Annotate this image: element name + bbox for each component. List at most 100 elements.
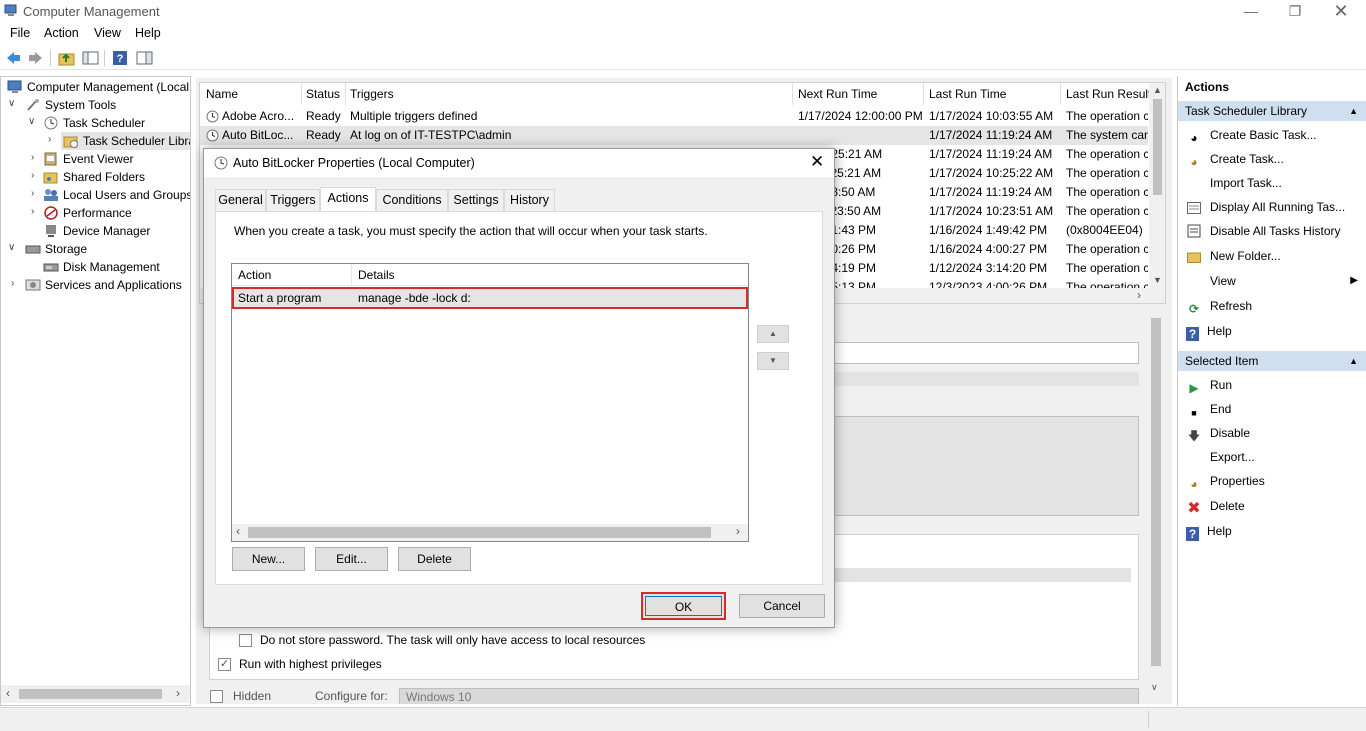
collapse-up-icon[interactable]: ▲ — [1349, 351, 1358, 371]
action-new-folder[interactable]: New Folder... — [1186, 246, 1281, 266]
action-create-task[interactable]: ◕ Create Task... — [1186, 149, 1283, 169]
chevron-down-icon[interactable]: ∨ — [8, 98, 15, 109]
column-header-details[interactable]: Details — [358, 268, 395, 282]
tree-item-task-scheduler-library[interactable]: Task Scheduler Libra — [61, 132, 190, 150]
show-hide-tree-icon[interactable] — [82, 50, 99, 66]
scroll-down-icon[interactable]: ∨ — [1151, 682, 1158, 693]
help-icon[interactable]: ? — [112, 50, 129, 66]
scrollbar-thumb[interactable] — [19, 689, 162, 699]
scrollbar-thumb[interactable] — [1151, 318, 1161, 666]
column-header-name[interactable]: Name — [206, 87, 238, 101]
chevron-right-icon[interactable]: › — [31, 170, 34, 181]
scroll-right-icon[interactable]: › — [176, 686, 180, 700]
action-run[interactable]: ▶ Run — [1186, 375, 1232, 395]
back-arrow-icon[interactable] — [5, 50, 22, 66]
hidden-checkbox[interactable] — [210, 690, 223, 703]
run-highest-privileges-checkbox[interactable]: ✓ — [218, 658, 231, 671]
action-import-task[interactable]: Import Task... — [1186, 173, 1282, 193]
action-delete[interactable]: ✖ Delete — [1186, 496, 1244, 517]
tab-triggers[interactable]: Triggers — [266, 189, 320, 211]
scrollbar-thumb[interactable] — [1153, 99, 1162, 195]
tree-item-services-applications[interactable]: Services and Applications — [25, 276, 182, 294]
tree-item-task-scheduler[interactable]: Task Scheduler — [43, 114, 145, 132]
action-disable[interactable]: 🡇 Disable — [1186, 423, 1250, 443]
menu-help[interactable]: Help — [135, 26, 161, 40]
close-window-button[interactable]: ✕ — [1318, 0, 1364, 24]
tab-conditions[interactable]: Conditions — [376, 189, 448, 211]
scrollbar-thumb[interactable] — [248, 527, 711, 538]
column-header-next-run[interactable]: Next Run Time — [798, 87, 877, 101]
tree-item-system-tools[interactable]: System Tools — [25, 96, 116, 114]
chevron-right-icon[interactable]: › — [31, 188, 34, 199]
chevron-down-icon[interactable]: ∨ — [8, 242, 15, 253]
tab-actions[interactable]: Actions — [320, 187, 376, 211]
configure-for-select[interactable]: Windows 10 — [399, 688, 1139, 704]
tree-horizontal-scrollbar[interactable]: ‹ › — [1, 685, 190, 703]
section-task-scheduler-library[interactable]: Task Scheduler Library ▲ — [1178, 101, 1366, 121]
delete-action-button[interactable]: Delete — [398, 547, 471, 571]
ok-button[interactable]: OK — [641, 592, 726, 620]
action-row-selected[interactable]: Start a program manage -bde -lock d: — [232, 287, 748, 309]
chevron-right-icon[interactable]: › — [11, 278, 14, 289]
minimize-button[interactable]: — — [1228, 0, 1274, 24]
action-disable-history[interactable]: Disable All Tasks History — [1186, 221, 1341, 241]
actions-table-horizontal-scrollbar[interactable]: ‹ › — [232, 524, 748, 541]
column-header-triggers[interactable]: Triggers — [350, 87, 394, 101]
chevron-right-icon[interactable]: › — [31, 206, 34, 217]
restore-button[interactable]: ❐ — [1272, 0, 1318, 24]
detail-vertical-scrollbar[interactable]: ∨ — [1147, 312, 1165, 704]
scroll-up-icon[interactable]: ▲ — [1153, 85, 1162, 95]
menu-file[interactable]: File — [10, 26, 30, 40]
chevron-down-icon[interactable]: ∨ — [28, 116, 35, 127]
do-not-store-password-checkbox[interactable] — [239, 634, 252, 647]
tree-item-shared-folders[interactable]: Shared Folders — [43, 168, 145, 186]
tab-general[interactable]: General — [215, 189, 266, 211]
forward-arrow-icon[interactable] — [27, 50, 44, 66]
action-display-running[interactable]: Display All Running Tas... — [1186, 197, 1345, 217]
chevron-right-icon[interactable]: › — [31, 152, 34, 163]
action-help[interactable]: ? Help — [1186, 321, 1232, 341]
run-highest-privileges-label: Run with highest privileges — [239, 657, 382, 671]
column-header-last-run[interactable]: Last Run Time — [929, 87, 1006, 101]
menu-action[interactable]: Action — [44, 26, 79, 40]
action-refresh[interactable]: ⟳ Refresh — [1186, 296, 1252, 316]
action-view[interactable]: View ▶ — [1186, 271, 1358, 291]
cancel-button[interactable]: Cancel — [739, 594, 825, 618]
task-row[interactable]: Auto BitLoc... Ready At log on of IT-TESTP… — [200, 126, 1148, 145]
tree-item-local-users[interactable]: Local Users and Groups — [43, 186, 190, 204]
chevron-right-icon[interactable]: › — [48, 134, 51, 145]
tree-item-disk-management[interactable]: Disk Management — [43, 258, 160, 276]
scroll-right-icon[interactable]: › — [1137, 288, 1141, 302]
action-help-selected[interactable]: ? Help — [1186, 521, 1232, 541]
action-properties[interactable]: ◕ Properties — [1186, 471, 1264, 491]
up-folder-icon[interactable] — [58, 50, 75, 66]
scroll-right-icon[interactable]: › — [736, 524, 740, 538]
column-header-last-result[interactable]: Last Run Result — [1066, 87, 1151, 101]
scroll-down-icon[interactable]: ▼ — [1153, 275, 1162, 285]
action-create-basic-task[interactable]: ◕ Create Basic Task... — [1186, 125, 1316, 145]
show-hide-action-pane-icon[interactable] — [136, 50, 153, 66]
scroll-left-icon[interactable]: ‹ — [236, 524, 240, 538]
tree-item-storage[interactable]: Storage — [25, 240, 87, 258]
tree-item-computer-management[interactable]: Computer Management (Local — [7, 78, 189, 96]
menu-view[interactable]: View — [94, 26, 121, 40]
collapse-up-icon[interactable]: ▲ — [1349, 101, 1358, 121]
task-row[interactable]: Adobe Acro... Ready Multiple triggers defi… — [200, 107, 1148, 126]
tree-item-event-viewer[interactable]: Event Viewer — [43, 150, 133, 168]
tab-history[interactable]: History — [504, 189, 555, 211]
section-selected-item[interactable]: Selected Item ▲ — [1178, 351, 1366, 371]
action-export[interactable]: Export... — [1186, 447, 1255, 467]
action-end[interactable]: ■ End — [1186, 399, 1231, 419]
new-action-button[interactable]: New... — [232, 547, 305, 571]
edit-action-button[interactable]: Edit... — [315, 547, 388, 571]
task-list-vertical-scrollbar[interactable]: ▲ ▼ — [1149, 83, 1165, 288]
scroll-left-icon[interactable]: ‹ — [6, 686, 10, 700]
move-up-button[interactable]: ▲ — [757, 325, 789, 343]
tree-item-performance[interactable]: Performance — [43, 204, 132, 222]
column-header-action[interactable]: Action — [238, 268, 271, 282]
tree-item-device-manager[interactable]: Device Manager — [43, 222, 150, 240]
dialog-close-button[interactable]: ✕ — [810, 152, 824, 172]
column-header-status[interactable]: Status — [306, 87, 340, 101]
move-down-button[interactable]: ▼ — [757, 352, 789, 370]
tab-settings[interactable]: Settings — [448, 189, 504, 211]
